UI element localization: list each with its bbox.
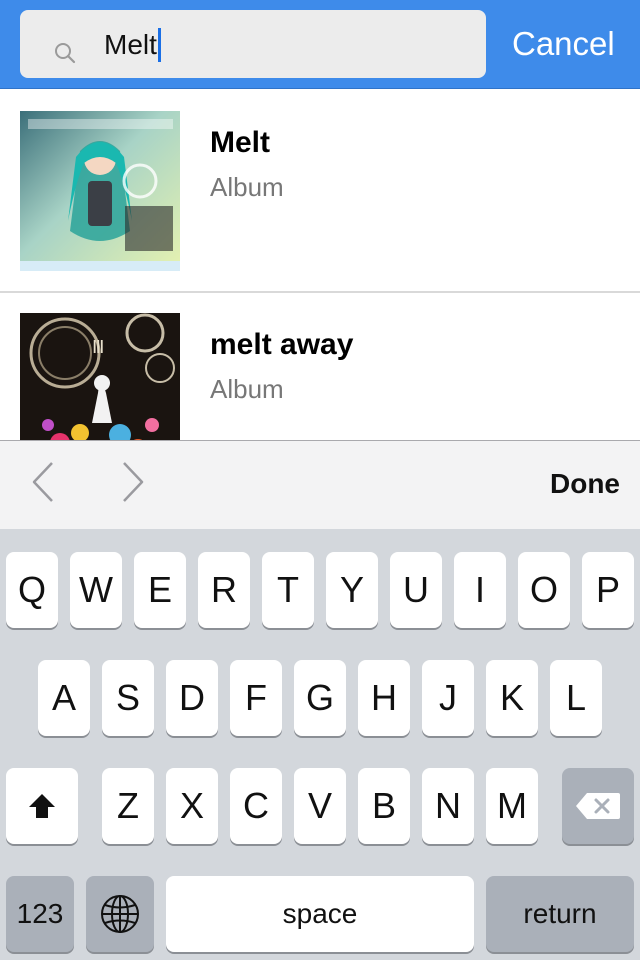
search-results-list: Melt Album Ⅲ melt away Album (0, 89, 640, 441)
result-subtitle: Album (210, 172, 284, 202)
key-z[interactable]: Z (102, 768, 154, 844)
key-n[interactable]: N (422, 768, 474, 844)
space-key[interactable]: space (166, 876, 474, 952)
cancel-button[interactable]: Cancel (512, 22, 615, 66)
key-l[interactable]: L (550, 660, 602, 736)
clock-gears-flowers-cover-art: Ⅲ (20, 313, 180, 441)
key-a[interactable]: A (38, 660, 90, 736)
key-i[interactable]: I (454, 552, 506, 628)
result-title: melt away (210, 328, 354, 361)
shift-key[interactable] (6, 768, 78, 844)
key-u[interactable]: U (390, 552, 442, 628)
key-o[interactable]: O (518, 552, 570, 628)
delete-key[interactable] (562, 768, 634, 844)
key-f[interactable]: F (230, 660, 282, 736)
key-x[interactable]: X (166, 768, 218, 844)
key-k[interactable]: K (486, 660, 538, 736)
search-icon (55, 43, 76, 64)
album-cover-melt-away: Ⅲ (20, 313, 180, 441)
keyboard: Q W E R T Y U I O P A S D F G H J K L Z … (0, 529, 640, 960)
album-cover-melt (20, 111, 180, 271)
result-row[interactable]: Melt Album (0, 89, 640, 291)
globe-key[interactable] (86, 876, 154, 952)
globe-icon (101, 895, 139, 933)
key-e[interactable]: E (134, 552, 186, 628)
shift-arrow-icon (29, 794, 55, 818)
key-t[interactable]: T (262, 552, 314, 628)
delete-backspace-icon (576, 793, 620, 819)
chevron-right-icon[interactable] (118, 459, 148, 505)
key-d[interactable]: D (166, 660, 218, 736)
search-input-value: Melt (104, 29, 157, 60)
search-input[interactable]: Melt (104, 28, 161, 62)
key-y[interactable]: Y (326, 552, 378, 628)
result-row[interactable]: Ⅲ melt away Album (0, 293, 640, 441)
hatsune-miku-cover-art (20, 111, 180, 271)
key-s[interactable]: S (102, 660, 154, 736)
keyboard-accessory-bar: Done (0, 440, 640, 529)
key-b[interactable]: B (358, 768, 410, 844)
key-j[interactable]: J (422, 660, 474, 736)
key-m[interactable]: M (486, 768, 538, 844)
key-g[interactable]: G (294, 660, 346, 736)
numbers-key[interactable]: 123 (6, 876, 74, 952)
done-button[interactable]: Done (550, 467, 620, 501)
search-field[interactable]: Melt (20, 10, 486, 78)
result-title: Melt (210, 126, 270, 159)
text-cursor (157, 28, 161, 62)
key-w[interactable]: W (70, 552, 122, 628)
return-key[interactable]: return (486, 876, 634, 952)
key-q[interactable]: Q (6, 552, 58, 628)
search-header: Melt Cancel (0, 0, 640, 89)
key-h[interactable]: H (358, 660, 410, 736)
chevron-left-icon[interactable] (28, 459, 58, 505)
key-r[interactable]: R (198, 552, 250, 628)
key-v[interactable]: V (294, 768, 346, 844)
result-subtitle: Album (210, 374, 284, 404)
key-p[interactable]: P (582, 552, 634, 628)
svg-text:Ⅲ: Ⅲ (92, 337, 104, 357)
key-c[interactable]: C (230, 768, 282, 844)
